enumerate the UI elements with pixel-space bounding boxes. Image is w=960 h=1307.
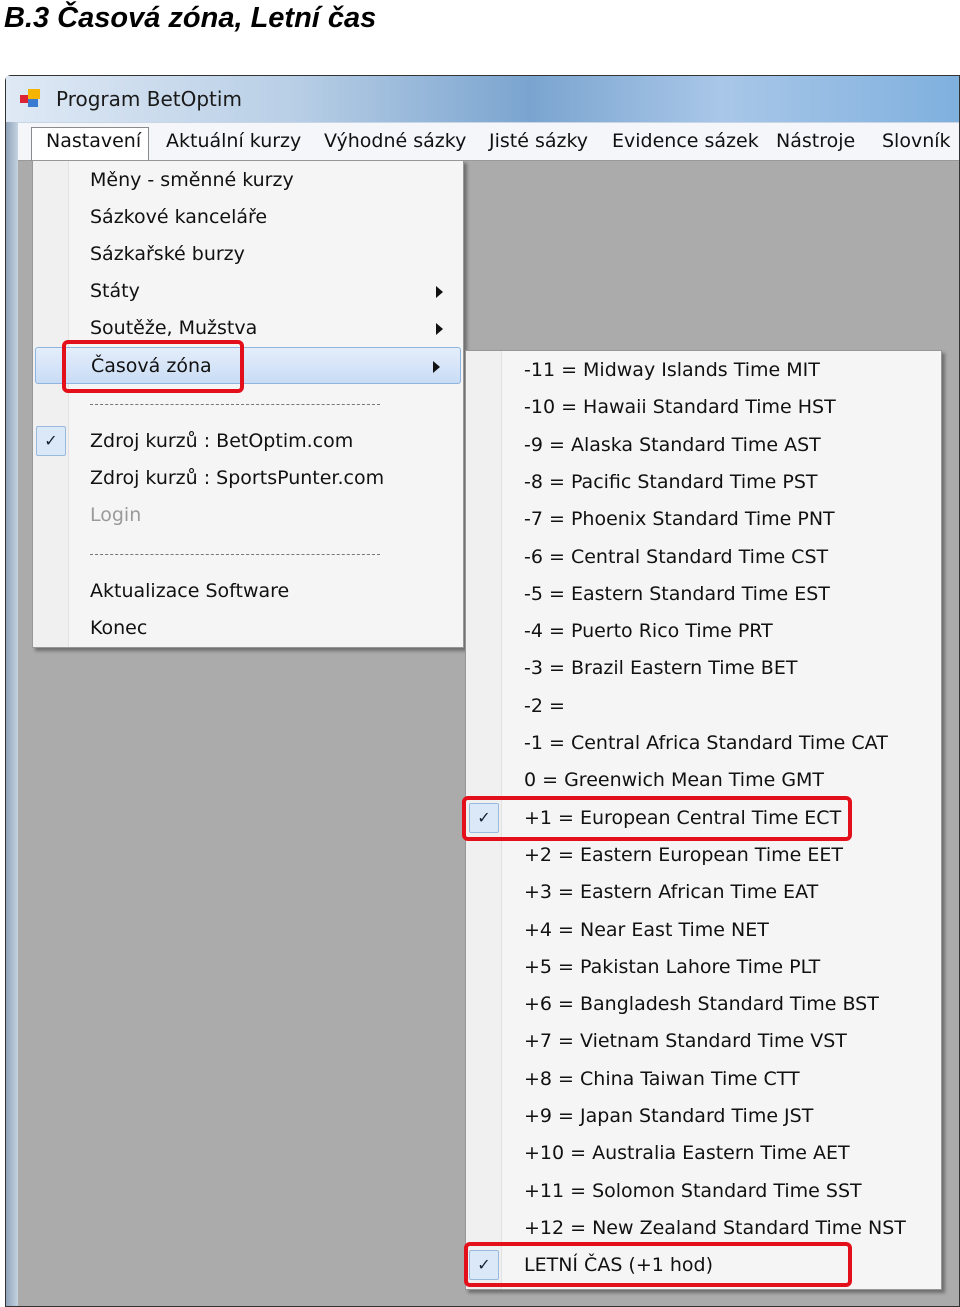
- menu-item-sazkarske-burzy[interactable]: Sázkařské burzy: [33, 236, 463, 273]
- timezone-item[interactable]: +3 = Eastern African Time EAT: [466, 874, 941, 911]
- annotation-box-ect: [462, 796, 852, 841]
- annotation-box-casova-zona: [62, 340, 244, 393]
- menu-item-aktualizace-software[interactable]: Aktualizace Software: [33, 573, 463, 610]
- timezone-label: -10 = Hawaii Standard Time HST: [524, 396, 836, 419]
- timezone-label: +8 = China Taiwan Time CTT: [524, 1067, 800, 1090]
- timezone-label: -2 =: [524, 694, 565, 717]
- timezone-label: +6 = Bangladesh Standard Time BST: [524, 993, 879, 1016]
- window-border: [6, 122, 18, 1306]
- timezone-label: +12 = New Zealand Standard Time NST: [524, 1216, 906, 1239]
- timezone-item[interactable]: -2 =: [466, 688, 941, 725]
- menu-bar: Nastavení Aktuální kurzy Výhodné sázky Jist…: [18, 123, 959, 163]
- timezone-label: -4 = Puerto Rico Time PRT: [524, 620, 773, 643]
- menu-item-label: Sázkařské burzy: [90, 243, 245, 265]
- menu-nastroje[interactable]: Nástroje: [776, 130, 855, 152]
- menu-item-label: Státy: [90, 280, 140, 302]
- menu-item-zdroj-kurzu-betoptim-com[interactable]: ✓ Zdroj kurzů : BetOptim.com: [33, 423, 463, 460]
- timezone-item[interactable]: -1 = Central Africa Standard Time CAT: [466, 725, 941, 762]
- submenu-arrow-icon: [436, 323, 443, 335]
- menu-item-label: Login: [90, 504, 142, 526]
- menu-item-label: Zdroj kurzů : SportsPunter.com: [90, 467, 385, 489]
- menu-item-sazkove-kancelare[interactable]: Sázkové kanceláře: [33, 199, 463, 236]
- menu-jiste-sazky[interactable]: Jisté sázky: [489, 130, 588, 152]
- menu-item-label: Měny - směnné kurzy: [90, 169, 294, 191]
- menu-separator: [90, 404, 380, 405]
- menu-item-zdroj-kurzu-sportspunter-com[interactable]: Zdroj kurzů : SportsPunter.com: [33, 460, 463, 497]
- menu-separator: [90, 554, 380, 555]
- submenu-arrow-icon: [436, 286, 443, 298]
- menu-item-label: Zdroj kurzů : BetOptim.com: [90, 430, 354, 452]
- menu-item-label: Sázkové kanceláře: [90, 206, 268, 228]
- timezone-item[interactable]: -11 = Midway Islands Time MIT: [466, 352, 941, 389]
- timezone-label: +3 = Eastern African Time EAT: [524, 881, 819, 904]
- timezone-item[interactable]: -7 = Phoenix Standard Time PNT: [466, 501, 941, 538]
- timezone-item[interactable]: +10 = Australia Eastern Time AET: [466, 1135, 941, 1172]
- menu-vyhodne-sazky[interactable]: Výhodné sázky: [324, 130, 466, 152]
- timezone-item[interactable]: -6 = Central Standard Time CST: [466, 539, 941, 576]
- timezone-label: -11 = Midway Islands Time MIT: [524, 359, 820, 381]
- timezone-label: +2 = Eastern European Time EET: [524, 843, 843, 866]
- timezone-label: -9 = Alaska Standard Time AST: [524, 433, 821, 456]
- timezone-item[interactable]: +4 = Near East Time NET: [466, 912, 941, 949]
- timezone-label: -3 = Brazil Eastern Time BET: [524, 657, 798, 680]
- menu-item-login: Login: [33, 497, 463, 534]
- timezone-label: +10 = Australia Eastern Time AET: [524, 1142, 850, 1165]
- timezone-item[interactable]: +6 = Bangladesh Standard Time BST: [466, 986, 941, 1023]
- timezone-label: 0 = Greenwich Mean Time GMT: [524, 769, 825, 792]
- timezone-label: -8 = Pacific Standard Time PST: [524, 470, 818, 493]
- menu-item-label: Soutěže, Mužstva: [90, 317, 258, 339]
- menu-item-label: Konec: [90, 617, 148, 639]
- timezone-item[interactable]: -10 = Hawaii Standard Time HST: [466, 389, 941, 426]
- page-heading: B.3 Časová zóna, Letní čas: [4, 2, 377, 34]
- app-icon: [20, 89, 42, 107]
- timezone-label: -1 = Central Africa Standard Time CAT: [524, 732, 888, 754]
- timezone-item[interactable]: +11 = Solomon Standard Time SST: [466, 1173, 941, 1210]
- timezone-item[interactable]: -4 = Puerto Rico Time PRT: [466, 613, 941, 650]
- timezone-item[interactable]: -5 = Eastern Standard Time EST: [466, 576, 941, 613]
- timezone-label: -5 = Eastern Standard Time EST: [524, 582, 830, 605]
- timezone-label: +11 = Solomon Standard Time SST: [524, 1179, 862, 1202]
- timezone-item[interactable]: -9 = Alaska Standard Time AST: [466, 427, 941, 464]
- timezone-item[interactable]: +7 = Vietnam Standard Time VST: [466, 1023, 941, 1060]
- title-bar[interactable]: Program BetOptim: [6, 76, 959, 122]
- timezone-item[interactable]: +5 = Pakistan Lahore Time PLT: [466, 949, 941, 986]
- nastaveni-dropdown: Měny - směnné kurzy Sázkové kanceláře Sázk…: [32, 160, 464, 648]
- menu-slovnik[interactable]: Slovník: [882, 130, 951, 152]
- timezone-label: +5 = Pakistan Lahore Time PLT: [524, 955, 821, 978]
- menu-nastaveni[interactable]: Nastavení: [46, 130, 141, 152]
- menu-item-staty[interactable]: Státy: [33, 273, 463, 310]
- timezone-item[interactable]: -3 = Brazil Eastern Time BET: [466, 650, 941, 687]
- checkmark-icon: ✓: [36, 426, 66, 456]
- timezone-label: -7 = Phoenix Standard Time PNT: [524, 508, 835, 531]
- annotation-box-letni-cas: [464, 1242, 852, 1287]
- timezone-item[interactable]: +9 = Japan Standard Time JST: [466, 1098, 941, 1135]
- menu-item-konec[interactable]: Konec: [33, 610, 463, 647]
- menu-evidence-sazek[interactable]: Evidence sázek: [612, 130, 759, 152]
- timezone-label: +4 = Near East Time NET: [524, 918, 769, 941]
- timezone-item[interactable]: +8 = China Taiwan Time CTT: [466, 1061, 941, 1098]
- timezone-item[interactable]: -8 = Pacific Standard Time PST: [466, 464, 941, 501]
- timezone-item[interactable]: +2 = Eastern European Time EET: [466, 837, 941, 874]
- menu-item-label: Aktualizace Software: [90, 580, 290, 602]
- menu-aktualni-kurzy[interactable]: Aktuální kurzy: [166, 130, 301, 152]
- submenu-arrow-icon: [433, 361, 440, 373]
- menu-item-meny-smenne-kurzy[interactable]: Měny - směnné kurzy: [33, 162, 463, 199]
- timezone-label: +9 = Japan Standard Time JST: [524, 1105, 814, 1127]
- window-title: Program BetOptim: [56, 87, 242, 111]
- timezone-label: +7 = Vietnam Standard Time VST: [524, 1030, 847, 1053]
- timezone-item[interactable]: 0 = Greenwich Mean Time GMT: [466, 762, 941, 799]
- timezone-label: -6 = Central Standard Time CST: [524, 545, 829, 568]
